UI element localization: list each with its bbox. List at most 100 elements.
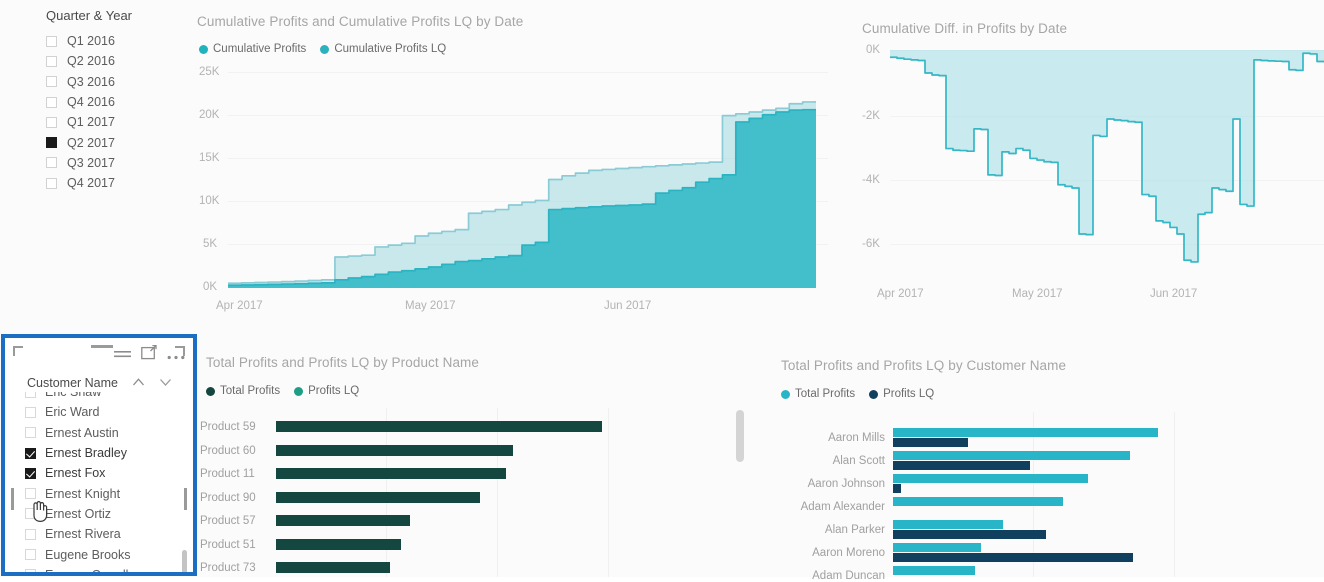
checkbox[interactable]	[46, 137, 57, 149]
chevron-down-icon[interactable]	[159, 374, 172, 392]
quarter-slicer-item-label: Q1 2016	[67, 34, 115, 49]
customer-name-slicer[interactable]: Customer Name Eric Shaw Eric Ward Ernest A…	[1, 334, 197, 576]
bar-total-profits[interactable]	[276, 538, 401, 550]
sort-ascending-icon[interactable]	[132, 374, 145, 392]
bar-total-profits[interactable]	[276, 421, 602, 432]
customer-slicer-item[interactable]: Ernest Austin	[25, 423, 171, 443]
bar-profits-lq[interactable]	[893, 553, 1133, 562]
checkbox[interactable]	[46, 35, 57, 47]
legend-item-cumulative-profits-lq[interactable]: Cumulative Profits LQ	[320, 43, 446, 55]
customer-slicer-list[interactable]: Eric Shaw Eric Ward Ernest Austin Ernest Br…	[25, 392, 171, 572]
customer-slicer-item[interactable]: Ernest Rivera	[25, 524, 171, 544]
gridline	[497, 408, 498, 577]
checkbox[interactable]	[46, 76, 57, 88]
quarter-slicer-item[interactable]: Q2 2016	[34, 51, 194, 71]
y-tick: -6K	[862, 238, 880, 250]
customer-slicer-item[interactable]: Eugene Brooks	[25, 544, 171, 564]
category-label: Product 11	[200, 468, 255, 480]
customer-slicer-item[interactable]: Eugene Carroll	[25, 565, 171, 572]
bar-total-profits[interactable]	[893, 497, 1063, 506]
chart-legend[interactable]: Cumulative Profits Cumulative Profits LQ	[199, 43, 446, 55]
category-label: Product 59	[200, 421, 256, 433]
quarter-slicer-item[interactable]: Q4 2017	[34, 173, 194, 193]
quarter-slicer-item-label: Q1 2017	[67, 115, 115, 130]
bar-total-profits[interactable]	[276, 491, 480, 503]
bar-total-profits[interactable]	[893, 451, 1130, 460]
legend-label: Profits LQ	[883, 388, 935, 400]
resize-handle-top[interactable]	[91, 345, 113, 348]
category-label: Alan Scott	[832, 455, 885, 467]
checkbox[interactable]	[25, 528, 36, 540]
bar-profits-lq[interactable]	[893, 438, 968, 447]
focus-mode-icon[interactable]	[141, 344, 157, 366]
bar-total-profits[interactable]	[276, 562, 390, 573]
quarter-slicer-item-label: Q2 2016	[67, 54, 115, 69]
bar-profits-lq[interactable]	[893, 484, 901, 493]
bar-total-profits[interactable]	[276, 468, 506, 479]
resize-handle-right[interactable]	[184, 488, 187, 510]
x-tick: Apr 2017	[216, 300, 263, 312]
bar-total-profits[interactable]	[893, 520, 1003, 529]
x-tick: Apr 2017	[877, 288, 924, 300]
bar-total-profits[interactable]	[893, 428, 1158, 437]
quarter-year-slicer[interactable]: Quarter & Year Q1 2016 Q2 2016 Q3 2016 Q4 2…	[34, 8, 194, 193]
legend-swatch-icon	[781, 389, 790, 399]
quarter-slicer-item-label: Q3 2016	[67, 74, 115, 89]
checkbox[interactable]	[25, 569, 36, 572]
legend-item-total-profits[interactable]: Total Profits	[781, 388, 855, 400]
checkbox[interactable]	[46, 177, 57, 189]
customer-slicer-item-label: Eugene Carroll	[45, 568, 128, 572]
legend-label: Profits LQ	[308, 385, 360, 397]
y-tick: 5K	[203, 238, 218, 250]
quarter-slicer-title: Quarter & Year	[46, 8, 132, 23]
legend-label: Cumulative Profits	[213, 43, 307, 55]
customer-slicer-item[interactable]: Ernest Bradley	[25, 443, 171, 463]
bar-total-profits[interactable]	[893, 474, 1088, 483]
visual-header-icons[interactable]	[114, 344, 185, 366]
quarter-slicer-item[interactable]: Q3 2017	[34, 153, 194, 173]
bar-total-profits[interactable]	[276, 515, 410, 526]
bar-total-profits[interactable]	[893, 543, 981, 552]
quarter-slicer-item[interactable]: Q3 2016	[34, 72, 194, 92]
legend-item-profits-lq[interactable]: Profits LQ	[869, 388, 934, 400]
gridline	[608, 408, 609, 577]
legend-item-cumulative-profits[interactable]: Cumulative Profits	[199, 43, 306, 55]
bar-total-profits[interactable]	[893, 566, 975, 575]
category-label: Aaron Mills	[828, 432, 885, 444]
resize-handle-top-left[interactable]	[13, 346, 23, 356]
checkbox[interactable]	[46, 116, 57, 128]
chart-legend[interactable]: Total Profits Profits LQ	[781, 388, 934, 400]
customer-slicer-item-label: Eric Ward	[45, 405, 100, 420]
customer-slicer-item[interactable]: Ernest Fox	[25, 463, 171, 483]
category-label: Product 73	[200, 562, 256, 574]
more-options-icon[interactable]	[167, 347, 185, 365]
bar-profits-lq[interactable]	[893, 461, 1030, 470]
bar-total-profits[interactable]	[276, 444, 513, 456]
quarter-slicer-item[interactable]: Q1 2016	[34, 31, 194, 51]
checkbox[interactable]	[25, 392, 36, 398]
checkbox[interactable]	[25, 467, 36, 479]
bar-profits-lq[interactable]	[893, 530, 1046, 539]
checkbox[interactable]	[46, 96, 57, 108]
quarter-slicer-item[interactable]: Q1 2017	[34, 112, 194, 132]
customer-slicer-item[interactable]: Eric Shaw	[25, 392, 171, 402]
checkbox[interactable]	[46, 55, 57, 67]
resize-handle-left[interactable]	[11, 488, 14, 510]
checkbox[interactable]	[25, 427, 36, 439]
checkbox[interactable]	[25, 447, 36, 459]
customer-slicer-item-label: Ernest Rivera	[45, 527, 121, 542]
checkbox[interactable]	[25, 406, 36, 418]
checkbox[interactable]	[25, 549, 36, 561]
quarter-slicer-item[interactable]: Q4 2016	[34, 92, 194, 112]
quarter-slicer-item[interactable]: Q2 2017	[34, 132, 194, 152]
legend-item-total-profits[interactable]: Total Profits	[206, 385, 280, 397]
checkbox[interactable]	[46, 157, 57, 169]
chart-legend[interactable]: Total Profits Profits LQ	[206, 385, 359, 397]
legend-item-profits-lq[interactable]: Profits LQ	[294, 385, 359, 397]
y-tick: 25K	[199, 66, 220, 78]
filter-icon[interactable]	[114, 347, 131, 365]
slicer-scrollbar-thumb[interactable]	[182, 550, 187, 572]
customer-slicer-item[interactable]: Eric Ward	[25, 402, 171, 422]
legend-label: Total Profits	[795, 388, 856, 400]
y-tick: 15K	[199, 152, 220, 164]
